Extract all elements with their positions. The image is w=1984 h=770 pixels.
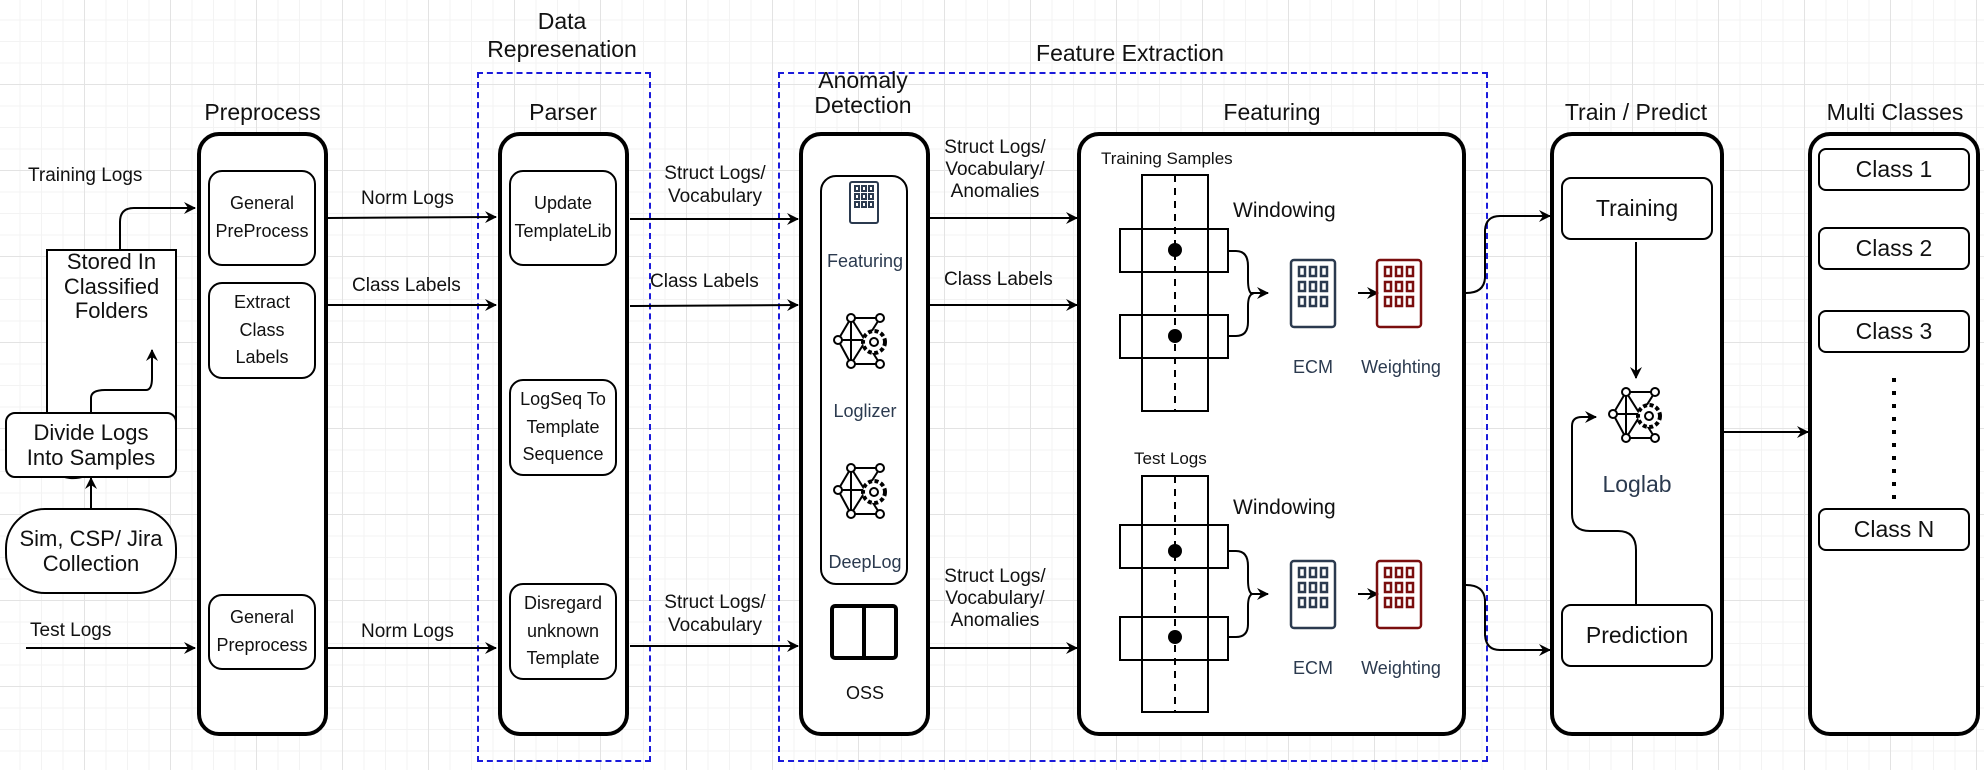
class-box-n[interactable]: Class N	[1818, 508, 1970, 551]
class-ellipsis	[1892, 378, 1896, 500]
